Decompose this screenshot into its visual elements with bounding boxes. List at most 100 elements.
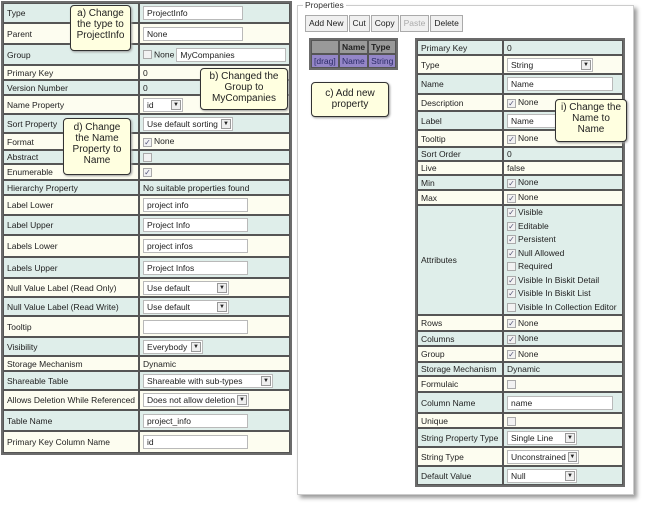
label-lower-input[interactable]: project info: [143, 198, 249, 212]
row-max: Max ✓ None: [417, 190, 623, 205]
string-property-type-select[interactable]: Single Line ▼: [507, 430, 577, 445]
checkbox[interactable]: [143, 50, 153, 59]
row-primary-key-column-name: Primary Key Column Name id: [3, 431, 291, 453]
row-format: Format ✓ None: [3, 133, 291, 150]
attribute-required[interactable]: Required: [507, 260, 619, 274]
delete-button[interactable]: Delete: [430, 15, 463, 32]
attribute-editable[interactable]: ✓ Editable: [507, 220, 619, 234]
checkbox[interactable]: ✓: [507, 350, 516, 360]
cut-button[interactable]: Cut: [348, 15, 370, 32]
checkbox[interactable]: ✓: [507, 178, 516, 188]
row-group: Group ✓ None: [417, 346, 623, 362]
chevron-down-icon[interactable]: ▼: [221, 118, 232, 129]
attribute-visible-in-collection-editor[interactable]: Visible In Collection Editor: [507, 301, 619, 315]
chevron-down-icon[interactable]: ▼: [581, 59, 591, 70]
attribute-visible-in-biskit-detail[interactable]: ✓ Visible In Biskit Detail: [507, 274, 619, 288]
row-abstract: Abstract: [3, 150, 291, 164]
primary-key-column-name-input[interactable]: id: [143, 435, 249, 449]
chevron-down-icon[interactable]: ▼: [565, 432, 575, 443]
field-label: Primary Key: [3, 65, 140, 80]
checkbox[interactable]: ✓: [507, 334, 516, 344]
none-label: None: [518, 177, 539, 188]
table-name-input[interactable]: project_info: [143, 413, 249, 428]
attribute-label: Visible In Collection Editor: [518, 301, 617, 312]
null-value-label-read-only-select[interactable]: Use default ▼: [143, 280, 230, 295]
attribute-label: Visible In Biskit List: [518, 288, 591, 298]
checkbox[interactable]: ✓: [507, 208, 516, 218]
field-label: Group: [417, 346, 503, 362]
field-label: String Type: [417, 447, 503, 466]
sort-property-select[interactable]: Use default sorting ▼: [143, 116, 234, 131]
none-label: None: [518, 192, 539, 203]
attribute-visible-in-biskit-list[interactable]: ✓ Visible In Biskit List: [507, 287, 619, 301]
chevron-down-icon[interactable]: ▼: [171, 99, 182, 110]
name-input[interactable]: Name: [507, 77, 613, 91]
checkbox[interactable]: ✓: [143, 137, 153, 147]
type-input[interactable]: ProjectInfo: [143, 6, 244, 20]
copy-button[interactable]: Copy: [370, 15, 399, 32]
field-value: ✓ None: [503, 190, 623, 205]
field-value: Shareable with sub-types ▼: [139, 371, 291, 390]
chevron-down-icon[interactable]: ▼: [261, 375, 272, 386]
field-value: Dynamic: [503, 362, 623, 376]
checkbox[interactable]: [507, 262, 516, 272]
row-sort-order: Sort Order 0: [417, 147, 623, 161]
property-name[interactable]: Name: [339, 54, 369, 68]
name-property-select[interactable]: id ▼: [143, 97, 184, 112]
parent-input[interactable]: None: [143, 26, 244, 41]
tooltip-input[interactable]: [143, 319, 249, 334]
field-value: Name: [503, 74, 623, 94]
field-label: Allows Deletion While Referenced: [3, 390, 140, 410]
checkbox[interactable]: ✓: [507, 221, 516, 231]
shareable-table-select[interactable]: Shareable with sub-types ▼: [143, 373, 274, 388]
field-value: project infos: [139, 235, 291, 257]
group-input[interactable]: MyCompanies: [176, 47, 287, 62]
checkbox[interactable]: ✓: [507, 275, 516, 285]
checkbox[interactable]: ✓: [507, 98, 516, 108]
chevron-down-icon[interactable]: ▼: [567, 451, 577, 462]
allows-deletion-while-referenced-select[interactable]: Does not allow deletion ▼: [143, 393, 250, 407]
column-name-input[interactable]: name: [507, 395, 613, 410]
drag-header: [311, 40, 339, 54]
field-value: No suitable properties found: [139, 180, 291, 195]
checkbox[interactable]: [143, 153, 153, 163]
chevron-down-icon[interactable]: ▼: [217, 282, 228, 293]
default-value-select[interactable]: Null ▼: [507, 468, 577, 483]
drag-handle[interactable]: [drag]: [311, 54, 339, 68]
field-value: ✓ None: [503, 346, 623, 362]
chevron-down-icon[interactable]: ▼: [237, 395, 248, 405]
checkbox[interactable]: ✓: [507, 134, 516, 144]
row-string-property-type: String Property Type Single Line ▼: [417, 428, 623, 447]
string-type-select[interactable]: Unconstrained ▼: [507, 449, 579, 464]
chevron-down-icon[interactable]: ▼: [217, 301, 228, 312]
visibility-select[interactable]: Everybody ▼: [143, 339, 204, 354]
attribute-visible[interactable]: ✓ Visible: [507, 206, 619, 220]
null-value-label-read-write-select[interactable]: Use default ▼: [143, 299, 230, 314]
none-label: None: [518, 317, 539, 328]
checkbox[interactable]: [507, 380, 516, 390]
field-label: Attributes: [417, 205, 503, 315]
checkbox[interactable]: ✓: [507, 235, 516, 245]
type-select[interactable]: String ▼: [507, 57, 593, 72]
property-row[interactable]: [drag] Name String: [311, 54, 397, 68]
add-new-button[interactable]: Add New: [305, 15, 348, 32]
checkbox[interactable]: ✓: [507, 248, 516, 258]
row-sort-property: Sort Property Use default sorting ▼: [3, 114, 291, 133]
callout-c: c) Add new property: [311, 82, 389, 117]
labels-upper-input[interactable]: Project Infos: [143, 260, 249, 275]
property-type[interactable]: String: [368, 54, 397, 68]
checkbox[interactable]: ✓: [507, 289, 516, 299]
chevron-down-icon[interactable]: ▼: [565, 470, 575, 481]
attribute-persistent[interactable]: ✓ Persistent: [507, 233, 619, 247]
selected-value: Unconstrained: [511, 451, 566, 462]
checkbox[interactable]: [507, 302, 516, 312]
checkbox[interactable]: ✓: [507, 193, 516, 203]
attribute-null-allowed[interactable]: ✓ Null Allowed: [507, 247, 619, 261]
labels-lower-input[interactable]: project infos: [143, 239, 249, 253]
field-label: Storage Mechanism: [3, 356, 140, 371]
checkbox[interactable]: ✓: [143, 168, 153, 178]
checkbox[interactable]: [507, 416, 516, 426]
checkbox[interactable]: ✓: [507, 319, 516, 329]
label-upper-input[interactable]: Project Info: [143, 218, 249, 232]
chevron-down-icon[interactable]: ▼: [191, 341, 202, 352]
